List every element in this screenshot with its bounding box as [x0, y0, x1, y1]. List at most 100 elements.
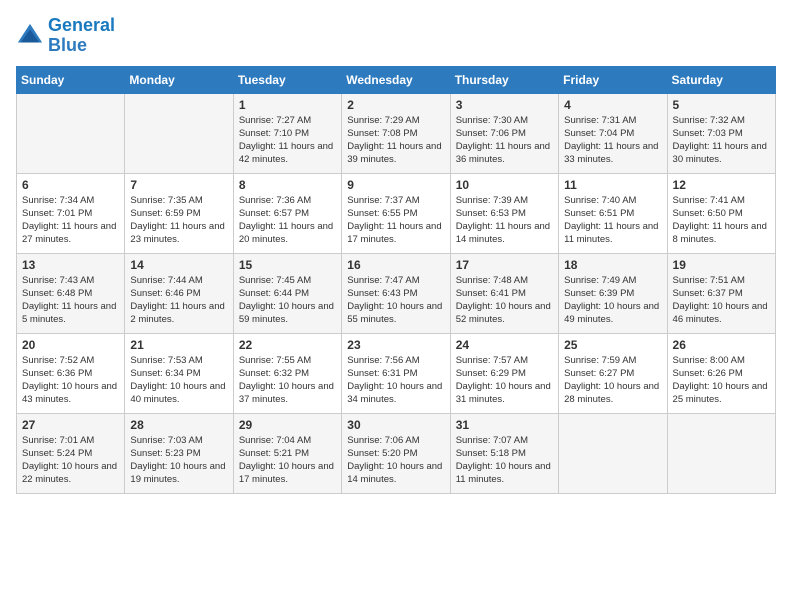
day-cell: 13Sunrise: 7:43 AM Sunset: 6:48 PM Dayli… — [17, 253, 125, 333]
day-cell: 2 Sunrise: 7:29 AM Sunset: 7:08 PM Daylig… — [342, 93, 450, 173]
week-row-5: 27 Sunrise: 7:01 AM Sunset: 5:24 PM Dayli… — [17, 413, 776, 493]
day-number: 10 — [456, 178, 553, 192]
logo-icon — [16, 22, 44, 50]
day-info: Sunrise: 7:36 AM Sunset: 6:57 PM Dayligh… — [239, 194, 336, 247]
day-info: Sunrise: 7:45 AM Sunset: 6:44 PM Dayligh… — [239, 274, 336, 327]
day-info: Sunrise: 7:34 AM Sunset: 7:01 PM Dayligh… — [22, 194, 119, 247]
day-cell: 27 Sunrise: 7:01 AM Sunset: 5:24 PM Dayli… — [17, 413, 125, 493]
day-info: Sunrise: 7:39 AM Sunset: 6:53 PM Dayligh… — [456, 194, 553, 247]
day-info: Sunrise: 7:53 AM Sunset: 6:34 PM Dayligh… — [130, 354, 227, 407]
day-number: 3 — [456, 98, 553, 112]
header-cell-tuesday: Tuesday — [233, 66, 341, 93]
day-info: Sunrise: 7:49 AM Sunset: 6:39 PM Dayligh… — [564, 274, 661, 327]
day-info: Sunrise: 7:55 AM Sunset: 6:32 PM Dayligh… — [239, 354, 336, 407]
day-cell: 4 Sunrise: 7:31 AM Sunset: 7:04 PM Daylig… — [559, 93, 667, 173]
calendar-header: SundayMondayTuesdayWednesdayThursdayFrid… — [17, 66, 776, 93]
day-info: Sunrise: 7:35 AM Sunset: 6:59 PM Dayligh… — [130, 194, 227, 247]
day-cell: 1 Sunrise: 7:27 AM Sunset: 7:10 PM Daylig… — [233, 93, 341, 173]
day-cell: 25 Sunrise: 7:59 AM Sunset: 6:27 PM Dayli… — [559, 333, 667, 413]
day-info: Sunrise: 7:59 AM Sunset: 6:27 PM Dayligh… — [564, 354, 661, 407]
day-number: 19 — [673, 258, 770, 272]
day-cell: 8 Sunrise: 7:36 AM Sunset: 6:57 PM Daylig… — [233, 173, 341, 253]
day-number: 11 — [564, 178, 661, 192]
day-info: Sunrise: 7:27 AM Sunset: 7:10 PM Dayligh… — [239, 114, 336, 167]
day-number: 23 — [347, 338, 444, 352]
day-cell: 17 Sunrise: 7:48 AM Sunset: 6:41 PM Dayli… — [450, 253, 558, 333]
day-info: Sunrise: 8:00 AM Sunset: 6:26 PM Dayligh… — [673, 354, 770, 407]
day-number: 6 — [22, 178, 119, 192]
day-number: 18 — [564, 258, 661, 272]
day-number: 25 — [564, 338, 661, 352]
header-cell-sunday: Sunday — [17, 66, 125, 93]
day-number: 2 — [347, 98, 444, 112]
day-info: Sunrise: 7:52 AM Sunset: 6:36 PM Dayligh… — [22, 354, 119, 407]
week-row-3: 13Sunrise: 7:43 AM Sunset: 6:48 PM Dayli… — [17, 253, 776, 333]
day-number: 17 — [456, 258, 553, 272]
day-cell: 16 Sunrise: 7:47 AM Sunset: 6:43 PM Dayli… — [342, 253, 450, 333]
day-number: 24 — [456, 338, 553, 352]
day-number: 5 — [673, 98, 770, 112]
day-cell: 21Sunrise: 7:53 AM Sunset: 6:34 PM Dayli… — [125, 333, 233, 413]
day-cell: 7 Sunrise: 7:35 AM Sunset: 6:59 PM Daylig… — [125, 173, 233, 253]
day-number: 1 — [239, 98, 336, 112]
day-cell: 19Sunrise: 7:51 AM Sunset: 6:37 PM Dayli… — [667, 253, 775, 333]
header-cell-saturday: Saturday — [667, 66, 775, 93]
day-info: Sunrise: 7:37 AM Sunset: 6:55 PM Dayligh… — [347, 194, 444, 247]
header-cell-monday: Monday — [125, 66, 233, 93]
day-info: Sunrise: 7:03 AM Sunset: 5:23 PM Dayligh… — [130, 434, 227, 487]
day-number: 22 — [239, 338, 336, 352]
day-info: Sunrise: 7:01 AM Sunset: 5:24 PM Dayligh… — [22, 434, 119, 487]
day-cell: 5 Sunrise: 7:32 AM Sunset: 7:03 PM Daylig… — [667, 93, 775, 173]
day-cell: 30Sunrise: 7:06 AM Sunset: 5:20 PM Dayli… — [342, 413, 450, 493]
day-number: 16 — [347, 258, 444, 272]
day-cell: 10 Sunrise: 7:39 AM Sunset: 6:53 PM Dayli… — [450, 173, 558, 253]
day-number: 31 — [456, 418, 553, 432]
day-number: 30 — [347, 418, 444, 432]
day-info: Sunrise: 7:32 AM Sunset: 7:03 PM Dayligh… — [673, 114, 770, 167]
day-number: 4 — [564, 98, 661, 112]
day-info: Sunrise: 7:29 AM Sunset: 7:08 PM Dayligh… — [347, 114, 444, 167]
logo-text: General Blue — [48, 16, 115, 56]
day-info: Sunrise: 7:07 AM Sunset: 5:18 PM Dayligh… — [456, 434, 553, 487]
day-cell: 6 Sunrise: 7:34 AM Sunset: 7:01 PM Daylig… — [17, 173, 125, 253]
day-info: Sunrise: 7:47 AM Sunset: 6:43 PM Dayligh… — [347, 274, 444, 327]
day-info: Sunrise: 7:44 AM Sunset: 6:46 PM Dayligh… — [130, 274, 227, 327]
day-info: Sunrise: 7:30 AM Sunset: 7:06 PM Dayligh… — [456, 114, 553, 167]
day-cell — [559, 413, 667, 493]
day-cell: 15 Sunrise: 7:45 AM Sunset: 6:44 PM Dayli… — [233, 253, 341, 333]
day-info: Sunrise: 7:56 AM Sunset: 6:31 PM Dayligh… — [347, 354, 444, 407]
day-cell — [17, 93, 125, 173]
day-cell: 28 Sunrise: 7:03 AM Sunset: 5:23 PM Dayli… — [125, 413, 233, 493]
day-info: Sunrise: 7:48 AM Sunset: 6:41 PM Dayligh… — [456, 274, 553, 327]
day-number: 13 — [22, 258, 119, 272]
day-number: 9 — [347, 178, 444, 192]
header-cell-wednesday: Wednesday — [342, 66, 450, 93]
day-number: 27 — [22, 418, 119, 432]
day-cell: 9 Sunrise: 7:37 AM Sunset: 6:55 PM Daylig… — [342, 173, 450, 253]
logo: General Blue — [16, 16, 115, 56]
day-info: Sunrise: 7:31 AM Sunset: 7:04 PM Dayligh… — [564, 114, 661, 167]
day-cell: 11 Sunrise: 7:40 AM Sunset: 6:51 PM Dayli… — [559, 173, 667, 253]
day-cell — [125, 93, 233, 173]
day-number: 28 — [130, 418, 227, 432]
day-info: Sunrise: 7:04 AM Sunset: 5:21 PM Dayligh… — [239, 434, 336, 487]
day-cell: 24 Sunrise: 7:57 AM Sunset: 6:29 PM Dayli… — [450, 333, 558, 413]
day-info: Sunrise: 7:40 AM Sunset: 6:51 PM Dayligh… — [564, 194, 661, 247]
day-number: 8 — [239, 178, 336, 192]
header-row: SundayMondayTuesdayWednesdayThursdayFrid… — [17, 66, 776, 93]
day-info: Sunrise: 7:41 AM Sunset: 6:50 PM Dayligh… — [673, 194, 770, 247]
day-number: 12 — [673, 178, 770, 192]
day-number: 29 — [239, 418, 336, 432]
day-cell: 12 Sunrise: 7:41 AM Sunset: 6:50 PM Dayli… — [667, 173, 775, 253]
day-cell: 29 Sunrise: 7:04 AM Sunset: 5:21 PM Dayli… — [233, 413, 341, 493]
day-number: 15 — [239, 258, 336, 272]
day-cell: 3 Sunrise: 7:30 AM Sunset: 7:06 PM Daylig… — [450, 93, 558, 173]
header-cell-thursday: Thursday — [450, 66, 558, 93]
day-number: 20 — [22, 338, 119, 352]
day-cell: 20 Sunrise: 7:52 AM Sunset: 6:36 PM Dayli… — [17, 333, 125, 413]
day-info: Sunrise: 7:57 AM Sunset: 6:29 PM Dayligh… — [456, 354, 553, 407]
day-cell: 14Sunrise: 7:44 AM Sunset: 6:46 PM Dayli… — [125, 253, 233, 333]
header-cell-friday: Friday — [559, 66, 667, 93]
calendar-table: SundayMondayTuesdayWednesdayThursdayFrid… — [16, 66, 776, 494]
day-number: 7 — [130, 178, 227, 192]
